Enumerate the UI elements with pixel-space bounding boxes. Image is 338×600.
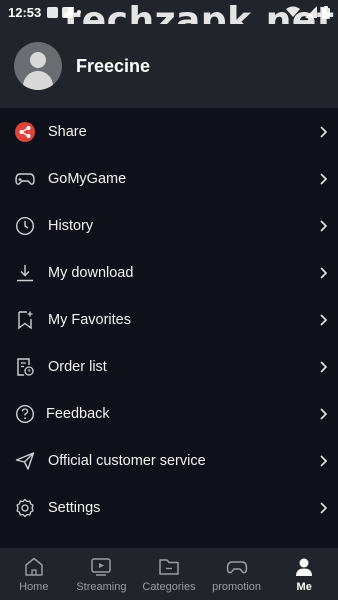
chevron-right-icon xyxy=(320,454,328,467)
bookmark-icon xyxy=(15,310,35,330)
chevron-right-icon xyxy=(320,313,328,326)
menu-item-label: Order list xyxy=(48,358,107,375)
tab-streaming[interactable]: Streaming xyxy=(68,548,136,600)
menu-item-feedback[interactable]: Feedback xyxy=(0,390,338,437)
menu-list: Share GoMyGame History My download My Fa… xyxy=(0,108,338,548)
bottom-tab-bar: Home Streaming Categories promotion Me xyxy=(0,548,338,600)
play-screen-icon xyxy=(91,557,112,576)
menu-item-customer-service[interactable]: Official customer service xyxy=(0,437,338,484)
menu-item-order-list[interactable]: Order list xyxy=(0,343,338,390)
status-time: 12:53 xyxy=(8,4,42,20)
tab-label: Streaming xyxy=(76,580,127,593)
menu-item-history[interactable]: History xyxy=(0,202,338,249)
gear-icon xyxy=(15,498,35,518)
menu-item-gomygame[interactable]: GoMyGame xyxy=(0,155,338,202)
menu-item-share[interactable]: Share xyxy=(0,108,338,155)
menu-item-label: Settings xyxy=(48,499,101,516)
chevron-right-icon xyxy=(320,172,328,185)
menu-item-my-favorites[interactable]: My Favorites xyxy=(0,296,338,343)
person-icon xyxy=(296,558,313,576)
chevron-right-icon xyxy=(320,501,328,514)
tab-label: Home xyxy=(19,580,49,593)
gamepad-icon xyxy=(15,169,35,189)
home-icon xyxy=(25,557,43,576)
tab-home[interactable]: Home xyxy=(0,548,68,600)
menu-item-settings[interactable]: Settings xyxy=(0,484,338,531)
menu-item-label: Official customer service xyxy=(48,452,206,469)
tab-label: promotion xyxy=(212,580,262,593)
tab-categories[interactable]: Categories xyxy=(135,548,203,600)
username: Freecine xyxy=(76,55,151,76)
menu-item-my-download[interactable]: My download xyxy=(0,249,338,296)
folder-icon xyxy=(159,558,179,575)
avatar[interactable] xyxy=(14,42,62,90)
send-icon xyxy=(15,451,35,471)
share-icon xyxy=(15,121,35,142)
chevron-right-icon xyxy=(320,266,328,279)
menu-item-label: My Favorites xyxy=(48,311,131,328)
tab-promotion[interactable]: promotion xyxy=(203,548,271,600)
profile-header[interactable]: Freecine xyxy=(0,24,338,108)
gamepad-icon xyxy=(226,560,247,573)
chevron-right-icon xyxy=(320,125,328,138)
menu-item-label: History xyxy=(48,217,94,234)
menu-item-label: GoMyGame xyxy=(48,170,127,187)
question-icon xyxy=(15,404,35,424)
tab-label: Me xyxy=(296,580,312,593)
chevron-right-icon xyxy=(320,360,328,373)
menu-item-label: Feedback xyxy=(46,405,110,422)
menu-item-label: Share xyxy=(48,123,87,140)
clock-icon xyxy=(15,216,35,236)
order-list-icon xyxy=(15,357,35,377)
download-icon xyxy=(15,263,35,283)
menu-item-label: My download xyxy=(48,264,134,281)
chevron-right-icon xyxy=(320,219,328,232)
chevron-right-icon xyxy=(320,407,328,420)
tab-me[interactable]: Me xyxy=(270,548,338,600)
tab-label: Categories xyxy=(142,580,196,593)
notification-icon xyxy=(47,6,59,18)
